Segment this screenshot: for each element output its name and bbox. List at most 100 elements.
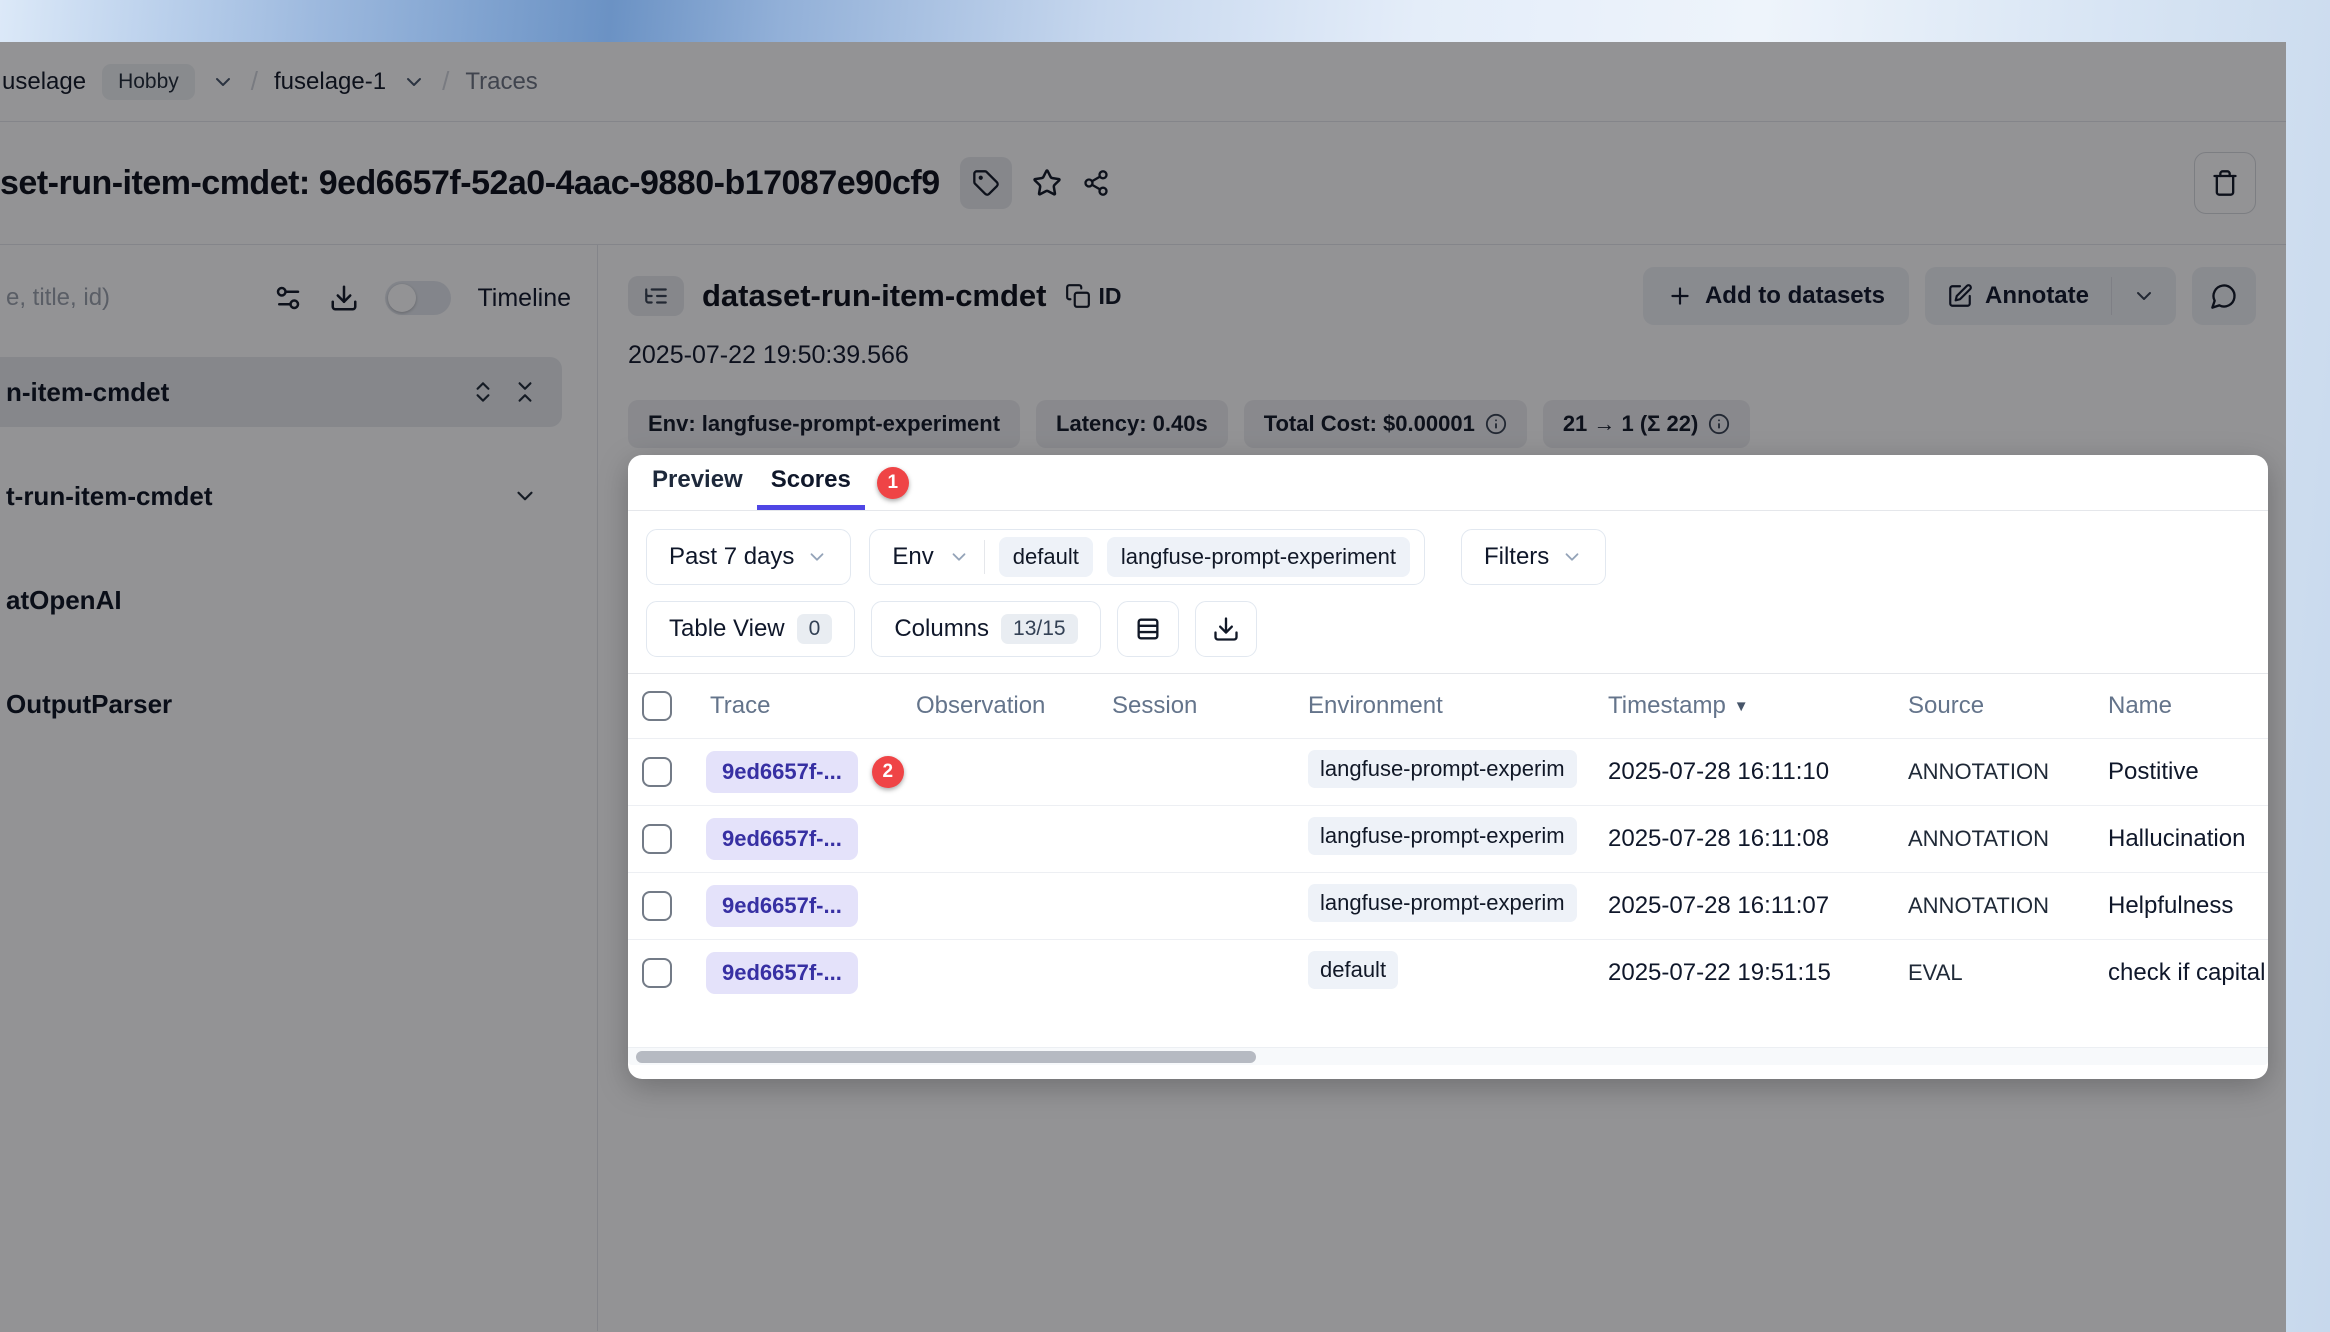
- tab-preview[interactable]: Preview: [638, 455, 757, 510]
- chevron-down-icon[interactable]: [512, 483, 538, 509]
- sidebar-header: Timeline: [0, 245, 597, 351]
- comments-button[interactable]: [2192, 267, 2256, 325]
- horizontal-scrollbar[interactable]: [628, 1047, 2268, 1065]
- table-view-count: 0: [797, 614, 833, 644]
- trace-id-chip[interactable]: 9ed6657f-...: [706, 952, 858, 994]
- tour-step-badge-1[interactable]: 1: [877, 467, 909, 499]
- rows-icon: [1134, 615, 1162, 643]
- view-settings-icon[interactable]: [273, 283, 303, 313]
- timestamp-cell: 2025-07-22 19:51:15: [1604, 959, 1904, 987]
- filter-row: Past 7 days Env default langfuse-prompt-…: [628, 511, 2268, 585]
- row-height-button[interactable]: [1117, 601, 1179, 657]
- annotate-button[interactable]: Annotate: [1925, 267, 2111, 325]
- row-checkbox[interactable]: [642, 891, 672, 921]
- columns-count: 13/15: [1001, 614, 1078, 644]
- row-checkbox[interactable]: [642, 958, 672, 988]
- token-usage-badge-text: 21 → 1 (Σ 22): [1563, 411, 1698, 437]
- filters-button[interactable]: Filters: [1461, 529, 1606, 585]
- export-button[interactable]: [1195, 601, 1257, 657]
- sidebar-header-icons: Timeline: [273, 281, 571, 315]
- search-input[interactable]: [4, 283, 184, 313]
- latency-badge-text: Latency: 0.40s: [1056, 411, 1208, 437]
- trace-id-chip[interactable]: 9ed6657f-...: [706, 751, 858, 793]
- header-actions: Add to datasets Annotate: [1643, 267, 2256, 325]
- name-cell: Helpfulness: [2104, 892, 2268, 920]
- add-to-datasets-button[interactable]: Add to datasets: [1643, 267, 1909, 325]
- env-chip-default[interactable]: default: [999, 537, 1093, 577]
- col-source[interactable]: Source: [1904, 692, 2104, 720]
- comment-icon: [2210, 282, 2238, 310]
- source-cell: ANNOTATION: [1904, 759, 2104, 785]
- tree-item-selected[interactable]: n-item-cmdet: [0, 357, 562, 427]
- date-range-button[interactable]: Past 7 days: [646, 529, 851, 585]
- breadcrumb-org[interactable]: uselage: [2, 68, 86, 96]
- env-badge: Env: langfuse-prompt-experiment: [628, 400, 1020, 448]
- scrollbar-thumb[interactable]: [636, 1051, 1256, 1063]
- breadcrumb-separator: /: [251, 66, 258, 97]
- table-view-button[interactable]: Table View 0: [646, 601, 855, 657]
- columns-button[interactable]: Columns 13/15: [871, 601, 1100, 657]
- row-checkbox[interactable]: [642, 824, 672, 854]
- table-row[interactable]: 9ed6657f-... 2 langfuse-prompt-experim 2…: [628, 738, 2268, 805]
- select-all-checkbox[interactable]: [642, 691, 672, 721]
- col-name[interactable]: Name: [2104, 692, 2268, 720]
- env-filter-label[interactable]: Env: [892, 543, 933, 571]
- star-icon: [1032, 168, 1062, 198]
- chevron-down-icon[interactable]: [402, 70, 426, 94]
- tree-item-label: n-item-cmdet: [6, 377, 169, 408]
- tab-bar: Preview Scores 1: [628, 455, 2268, 511]
- unfold-icon[interactable]: [470, 379, 496, 405]
- timeline-toggle[interactable]: [385, 281, 451, 315]
- trace-id-chip[interactable]: 9ed6657f-...: [706, 885, 858, 927]
- row-checkbox[interactable]: [642, 757, 672, 787]
- trace-id-chip[interactable]: 9ed6657f-...: [706, 818, 858, 860]
- group-divider: [984, 540, 985, 574]
- tab-scores[interactable]: Scores: [757, 455, 865, 510]
- breadcrumb-project[interactable]: fuselage-1: [274, 68, 386, 96]
- table-row[interactable]: 9ed6657f-... default 2025-07-22 19:51:15…: [628, 939, 2268, 1006]
- trace-cell: 9ed6657f-... 2: [706, 751, 912, 793]
- col-session[interactable]: Session: [1108, 692, 1304, 720]
- token-usage-badge: 21 → 1 (Σ 22): [1543, 400, 1750, 448]
- info-icon[interactable]: [1708, 413, 1730, 435]
- annotate-split-button: Annotate: [1925, 267, 2176, 325]
- favorite-button[interactable]: [1032, 168, 1062, 198]
- col-environment[interactable]: Environment: [1304, 692, 1604, 720]
- plus-icon: [1667, 283, 1693, 309]
- download-icon[interactable]: [329, 283, 359, 313]
- info-icon[interactable]: [1485, 413, 1507, 435]
- environment-cell: default: [1304, 951, 1604, 996]
- env-chip-experiment[interactable]: langfuse-prompt-experiment: [1107, 537, 1410, 577]
- table-row[interactable]: 9ed6657f-... langfuse-prompt-experim 202…: [628, 805, 2268, 872]
- share-icon: [1082, 169, 1110, 197]
- title-bar: set-run-item-cmdet: 9ed6657f-52a0-4aac-9…: [0, 122, 2286, 245]
- name-cell: Postitive: [2104, 758, 2268, 786]
- col-trace[interactable]: Trace: [706, 692, 912, 720]
- tour-step-badge-2[interactable]: 2: [872, 756, 904, 788]
- tree-item-label: t-run-item-cmdet: [6, 481, 213, 512]
- col-timestamp-label: Timestamp: [1608, 692, 1726, 720]
- download-icon: [1212, 615, 1240, 643]
- delete-button[interactable]: [2194, 152, 2256, 214]
- tree-item[interactable]: atOpenAI: [0, 565, 562, 635]
- col-observation[interactable]: Observation: [912, 692, 1108, 720]
- trace-cell: 9ed6657f-...: [706, 885, 912, 927]
- columns-label: Columns: [894, 615, 989, 643]
- breadcrumb-section[interactable]: Traces: [465, 68, 537, 96]
- app-window: uselage Hobby / fuselage-1 / Traces set-…: [0, 42, 2286, 1332]
- table-row[interactable]: 9ed6657f-... langfuse-prompt-experim 202…: [628, 872, 2268, 939]
- tree-item[interactable]: OutputParser: [0, 669, 562, 739]
- name-cell: Hallucination: [2104, 825, 2268, 853]
- share-button[interactable]: [1082, 169, 1110, 197]
- fold-icon[interactable]: [512, 379, 538, 405]
- annotate-label: Annotate: [1985, 282, 2089, 310]
- tree-item[interactable]: t-run-item-cmdet: [0, 461, 562, 531]
- timestamp-cell: 2025-07-28 16:11:10: [1604, 758, 1904, 786]
- tag-button[interactable]: [960, 157, 1012, 209]
- annotate-dropdown-button[interactable]: [2112, 267, 2176, 325]
- chevron-down-icon[interactable]: [211, 70, 235, 94]
- trace-tree: n-item-cmdet t-run-item-cmdet: [0, 351, 597, 739]
- latency-badge: Latency: 0.40s: [1036, 400, 1228, 448]
- copy-id-button[interactable]: ID: [1065, 283, 1122, 310]
- col-timestamp[interactable]: Timestamp ▼: [1604, 692, 1904, 720]
